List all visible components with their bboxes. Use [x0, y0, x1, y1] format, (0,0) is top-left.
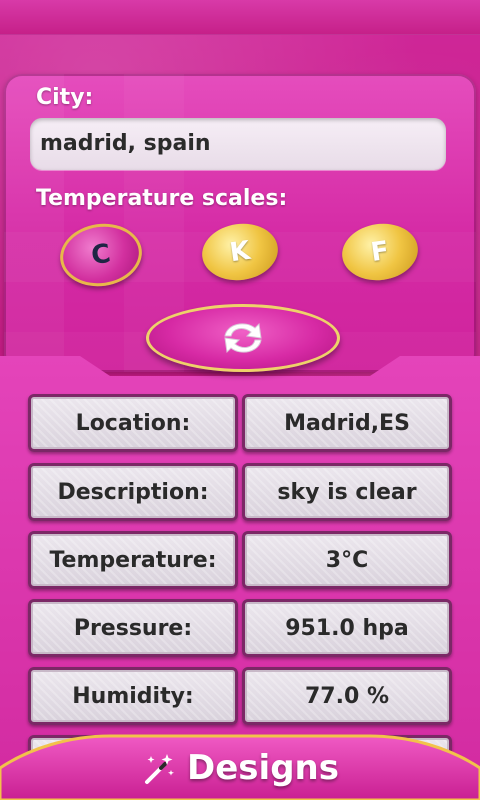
- description-value: sky is clear: [242, 463, 452, 521]
- designs-label: Designs: [187, 748, 339, 788]
- city-label: City:: [36, 85, 94, 110]
- temperature-value: 3°C: [242, 531, 452, 589]
- humidity-value: 77.0 %: [242, 667, 452, 725]
- magic-wand-icon: [145, 754, 175, 784]
- city-input[interactable]: madrid, spain: [30, 118, 446, 170]
- humidity-label: Humidity:: [28, 667, 238, 725]
- refresh-button[interactable]: [146, 304, 340, 372]
- description-label: Description:: [28, 463, 238, 521]
- status-bar: [0, 0, 480, 35]
- refresh-icon: [224, 322, 262, 354]
- temperature-label: Temperature:: [28, 531, 238, 589]
- pressure-value: 951.0 hpa: [242, 599, 452, 657]
- designs-button[interactable]: Designs: [0, 736, 480, 800]
- location-label: Location:: [28, 394, 238, 452]
- location-value: Madrid,ES: [242, 394, 452, 452]
- pressure-label: Pressure:: [28, 599, 238, 657]
- temperature-scales-label: Temperature scales:: [36, 186, 288, 211]
